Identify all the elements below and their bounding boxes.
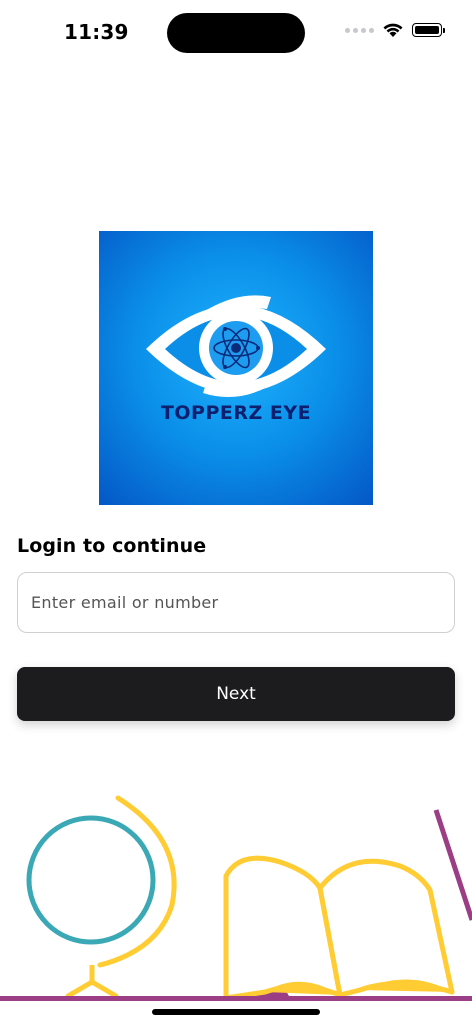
status-bar: 11:39 <box>0 0 472 64</box>
open-book-icon <box>223 855 455 1001</box>
dynamic-island <box>167 13 305 53</box>
education-illustration <box>0 795 472 1001</box>
logo-text: TOPPERZ EYE <box>160 402 312 424</box>
next-button[interactable]: Next <box>17 667 455 721</box>
battery-icon <box>412 23 445 37</box>
cellular-signal-icon <box>345 27 374 33</box>
pencil-icon <box>433 809 472 921</box>
login-title: Login to continue <box>17 535 207 557</box>
email-or-number-field[interactable] <box>17 572 455 633</box>
app-logo: TOPPERZ EYE <box>99 231 373 505</box>
wifi-icon <box>383 23 403 37</box>
shelf-line <box>0 996 472 1001</box>
status-time: 11:39 <box>64 20 129 44</box>
email-or-number-input[interactable] <box>18 573 454 632</box>
home-indicator[interactable] <box>152 1009 320 1015</box>
eye-logo-icon <box>146 295 326 398</box>
globe-icon <box>26 795 177 999</box>
status-icons <box>345 22 445 38</box>
login-screen: 11:39 TOPPERZ EYE Login to continue Ente… <box>0 0 472 1024</box>
